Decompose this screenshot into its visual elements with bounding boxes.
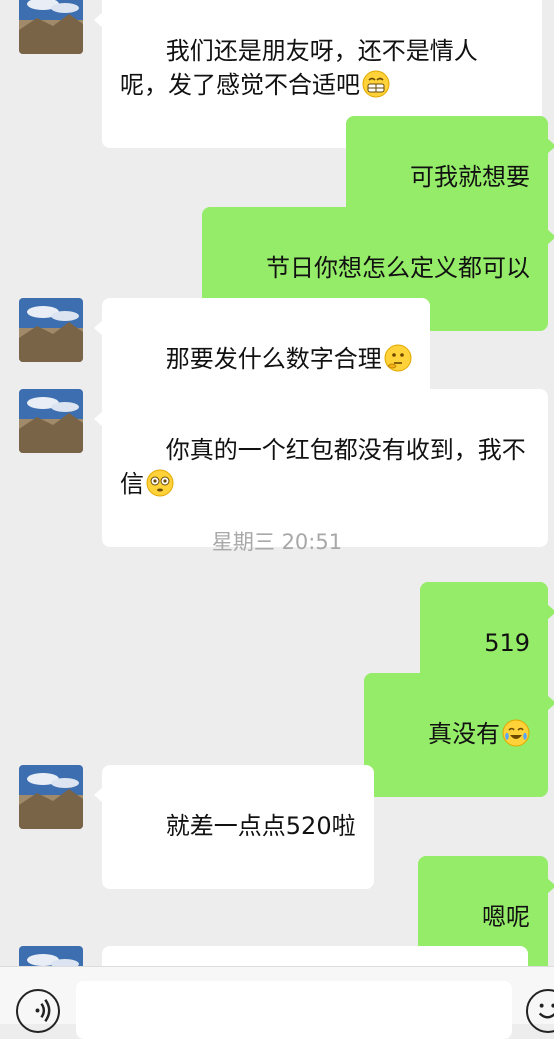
message-text: 我们还是朋友呀，还不是情人呢，发了感觉不合适吧 [120, 37, 478, 99]
message-bubble[interactable]: 你真的一个红包都没有收到，我不信 [94, 389, 548, 547]
contact-avatar[interactable] [19, 389, 83, 453]
contact-avatar[interactable] [19, 946, 83, 966]
contact-avatar[interactable] [19, 0, 83, 54]
flushed-emoji-icon [146, 469, 174, 497]
message-text: 可我就想要 [410, 163, 530, 191]
message-bubble[interactable]: 真没有 [364, 673, 554, 797]
message-input[interactable] [76, 981, 512, 1039]
think-emoji-icon [384, 344, 412, 372]
grin-emoji-icon [362, 70, 390, 98]
message-text: 真没有 [428, 720, 500, 748]
voice-icon[interactable] [16, 989, 60, 1033]
message-text: 节日你想怎么定义都可以 [266, 254, 530, 282]
message-text: 那要发什么数字合理 [165, 345, 382, 373]
message-bubble[interactable] [102, 946, 528, 966]
message-text: 519 [484, 629, 530, 657]
chat-area: 我们还是朋友呀，还不是情人呢，发了感觉不合适吧 可我就想要 节日你想怎么定义都可… [0, 0, 554, 966]
contact-avatar[interactable] [19, 765, 83, 829]
message-text: 嗯呢 [482, 903, 530, 931]
emoji-icon[interactable] [526, 989, 554, 1033]
timestamp: 星期三 20:51 [211, 530, 343, 554]
message-text: 你真的一个红包都没有收到，我不信 [120, 436, 526, 498]
contact-avatar[interactable] [19, 298, 83, 362]
input-toolbar [0, 966, 554, 1039]
laugh-cry-emoji-icon [502, 719, 530, 747]
message-bubble[interactable]: 就差一点点520啦 [94, 765, 374, 889]
message-text: 就差一点点520啦 [165, 812, 356, 840]
